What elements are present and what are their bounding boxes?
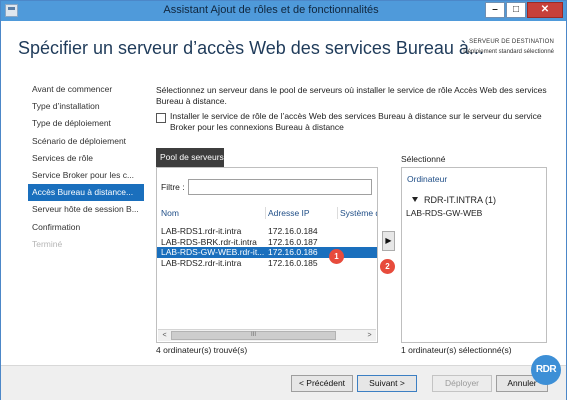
- step-badge-1: 1: [329, 249, 344, 264]
- add-to-selection-button[interactable]: ▶: [382, 231, 395, 251]
- nav-item-session-host[interactable]: Serveur hôte de session B...: [28, 201, 144, 218]
- column-divider[interactable]: [337, 207, 338, 219]
- nav-item-deployment-scenario[interactable]: Scénario de déploiement: [28, 133, 144, 150]
- server-ip: 172.16.0.184: [268, 226, 318, 236]
- selected-count: 1 ordinateur(s) sélectionné(s): [401, 345, 512, 355]
- nav-item-before-you-begin[interactable]: Avant de commencer: [28, 81, 144, 98]
- expand-triangle-icon[interactable]: [412, 197, 418, 202]
- server-pool-panel: Filtre : Nom Adresse IP Système d LAB-RD…: [156, 167, 378, 343]
- selected-group-label: RDR-IT.INTRA (1): [424, 195, 496, 205]
- selected-server-item[interactable]: LAB-RDS-GW-WEB: [406, 208, 482, 218]
- install-on-broker-checkbox[interactable]: [156, 113, 166, 123]
- server-pool-header: Nom Adresse IP Système d: [157, 207, 377, 220]
- tab-server-pool[interactable]: Pool de serveurs: [156, 148, 224, 167]
- close-button[interactable]: ✕: [527, 2, 563, 18]
- column-header-ip[interactable]: Adresse IP: [268, 208, 338, 218]
- install-on-broker-label[interactable]: Installer le service de rôle de l’accès …: [170, 111, 545, 133]
- nav-item-deployment-type[interactable]: Type de déploiement: [28, 115, 144, 132]
- step-description: Sélectionnez un serveur dans le pool de …: [156, 85, 547, 106]
- nav-item-role-services[interactable]: Services de rôle: [28, 150, 144, 167]
- deploy-button: Déployer: [432, 375, 492, 392]
- wizard-window: Assistant Ajout de rôles et de fonctionn…: [0, 0, 567, 400]
- server-ip: 172.16.0.187: [268, 236, 318, 247]
- destination-server-label: SERVEUR DE DESTINATION: [469, 39, 554, 45]
- server-pool-list: LAB-RDS1.rdr-it.intra 172.16.0.184 LAB-R…: [157, 226, 377, 268]
- nav-item-rd-web-access[interactable]: Accès Bureau à distance...: [28, 184, 144, 202]
- destination-server-value: Déploiement standard sélectionné: [463, 49, 554, 55]
- scroll-left-arrow-icon[interactable]: <: [159, 331, 170, 341]
- nav-item-connection-broker[interactable]: Service Broker pour les c...: [28, 167, 144, 184]
- column-header-name[interactable]: Nom: [161, 208, 266, 218]
- selected-panel: Ordinateur RDR-IT.INTRA (1) LAB-RDS-GW-W…: [401, 167, 547, 343]
- scroll-thumb[interactable]: III: [171, 331, 336, 340]
- wizard-steps-nav: Avant de commencer Type d’installation T…: [28, 81, 144, 253]
- server-ip: 172.16.0.185: [268, 257, 318, 268]
- wizard-footer: < Précédent Suivant > Déployer Annuler: [1, 365, 566, 400]
- nav-item-confirmation[interactable]: Confirmation: [28, 219, 144, 236]
- column-header-computer[interactable]: Ordinateur: [407, 174, 447, 184]
- scroll-right-arrow-icon[interactable]: >: [364, 331, 375, 341]
- title-bar[interactable]: Assistant Ajout de rôles et de fonctionn…: [1, 1, 566, 21]
- table-row[interactable]: LAB-RDS1.rdr-it.intra 172.16.0.184: [157, 226, 377, 237]
- minimize-button[interactable]: –: [485, 2, 505, 18]
- server-name: LAB-RDS2.rdr-it.intra: [161, 257, 242, 268]
- server-name: LAB-RDS-GW-WEB.rdr-it...: [161, 247, 265, 257]
- server-name: LAB-RDS1.rdr-it.intra: [161, 226, 242, 236]
- filter-label: Filtre :: [161, 182, 185, 192]
- selected-label: Sélectionné: [401, 154, 446, 164]
- filter-input[interactable]: [188, 179, 372, 195]
- previous-button[interactable]: < Précédent: [291, 375, 353, 392]
- table-row[interactable]: LAB-RDS-BRK.rdr-it.intra 172.16.0.187: [157, 237, 377, 248]
- table-row[interactable]: LAB-RDS2.rdr-it.intra 172.16.0.185: [157, 258, 377, 269]
- horizontal-scrollbar[interactable]: < III >: [158, 329, 376, 341]
- column-header-os[interactable]: Système d: [340, 208, 377, 218]
- window-title: Assistant Ajout de rôles et de fonctionn…: [163, 4, 379, 16]
- nav-item-completion: Terminé: [32, 238, 63, 249]
- selected-group[interactable]: RDR-IT.INTRA (1): [412, 195, 496, 205]
- nav-item-installation-type[interactable]: Type d’installation: [28, 98, 144, 115]
- server-ip: 172.16.0.186: [268, 247, 318, 257]
- table-row-selected[interactable]: LAB-RDS-GW-WEB.rdr-it... 172.16.0.186: [157, 247, 377, 258]
- rdr-logo: RDR: [531, 355, 561, 385]
- step-badge-2: 2: [380, 259, 395, 274]
- found-count: 4 ordinateur(s) trouvé(s): [156, 345, 248, 355]
- column-divider[interactable]: [265, 207, 266, 219]
- page-title: Spécifier un serveur d’accès Web des ser…: [18, 38, 484, 58]
- next-button[interactable]: Suivant >: [357, 375, 417, 392]
- maximize-button[interactable]: □: [506, 2, 526, 18]
- server-name: LAB-RDS-BRK.rdr-it.intra: [161, 236, 257, 247]
